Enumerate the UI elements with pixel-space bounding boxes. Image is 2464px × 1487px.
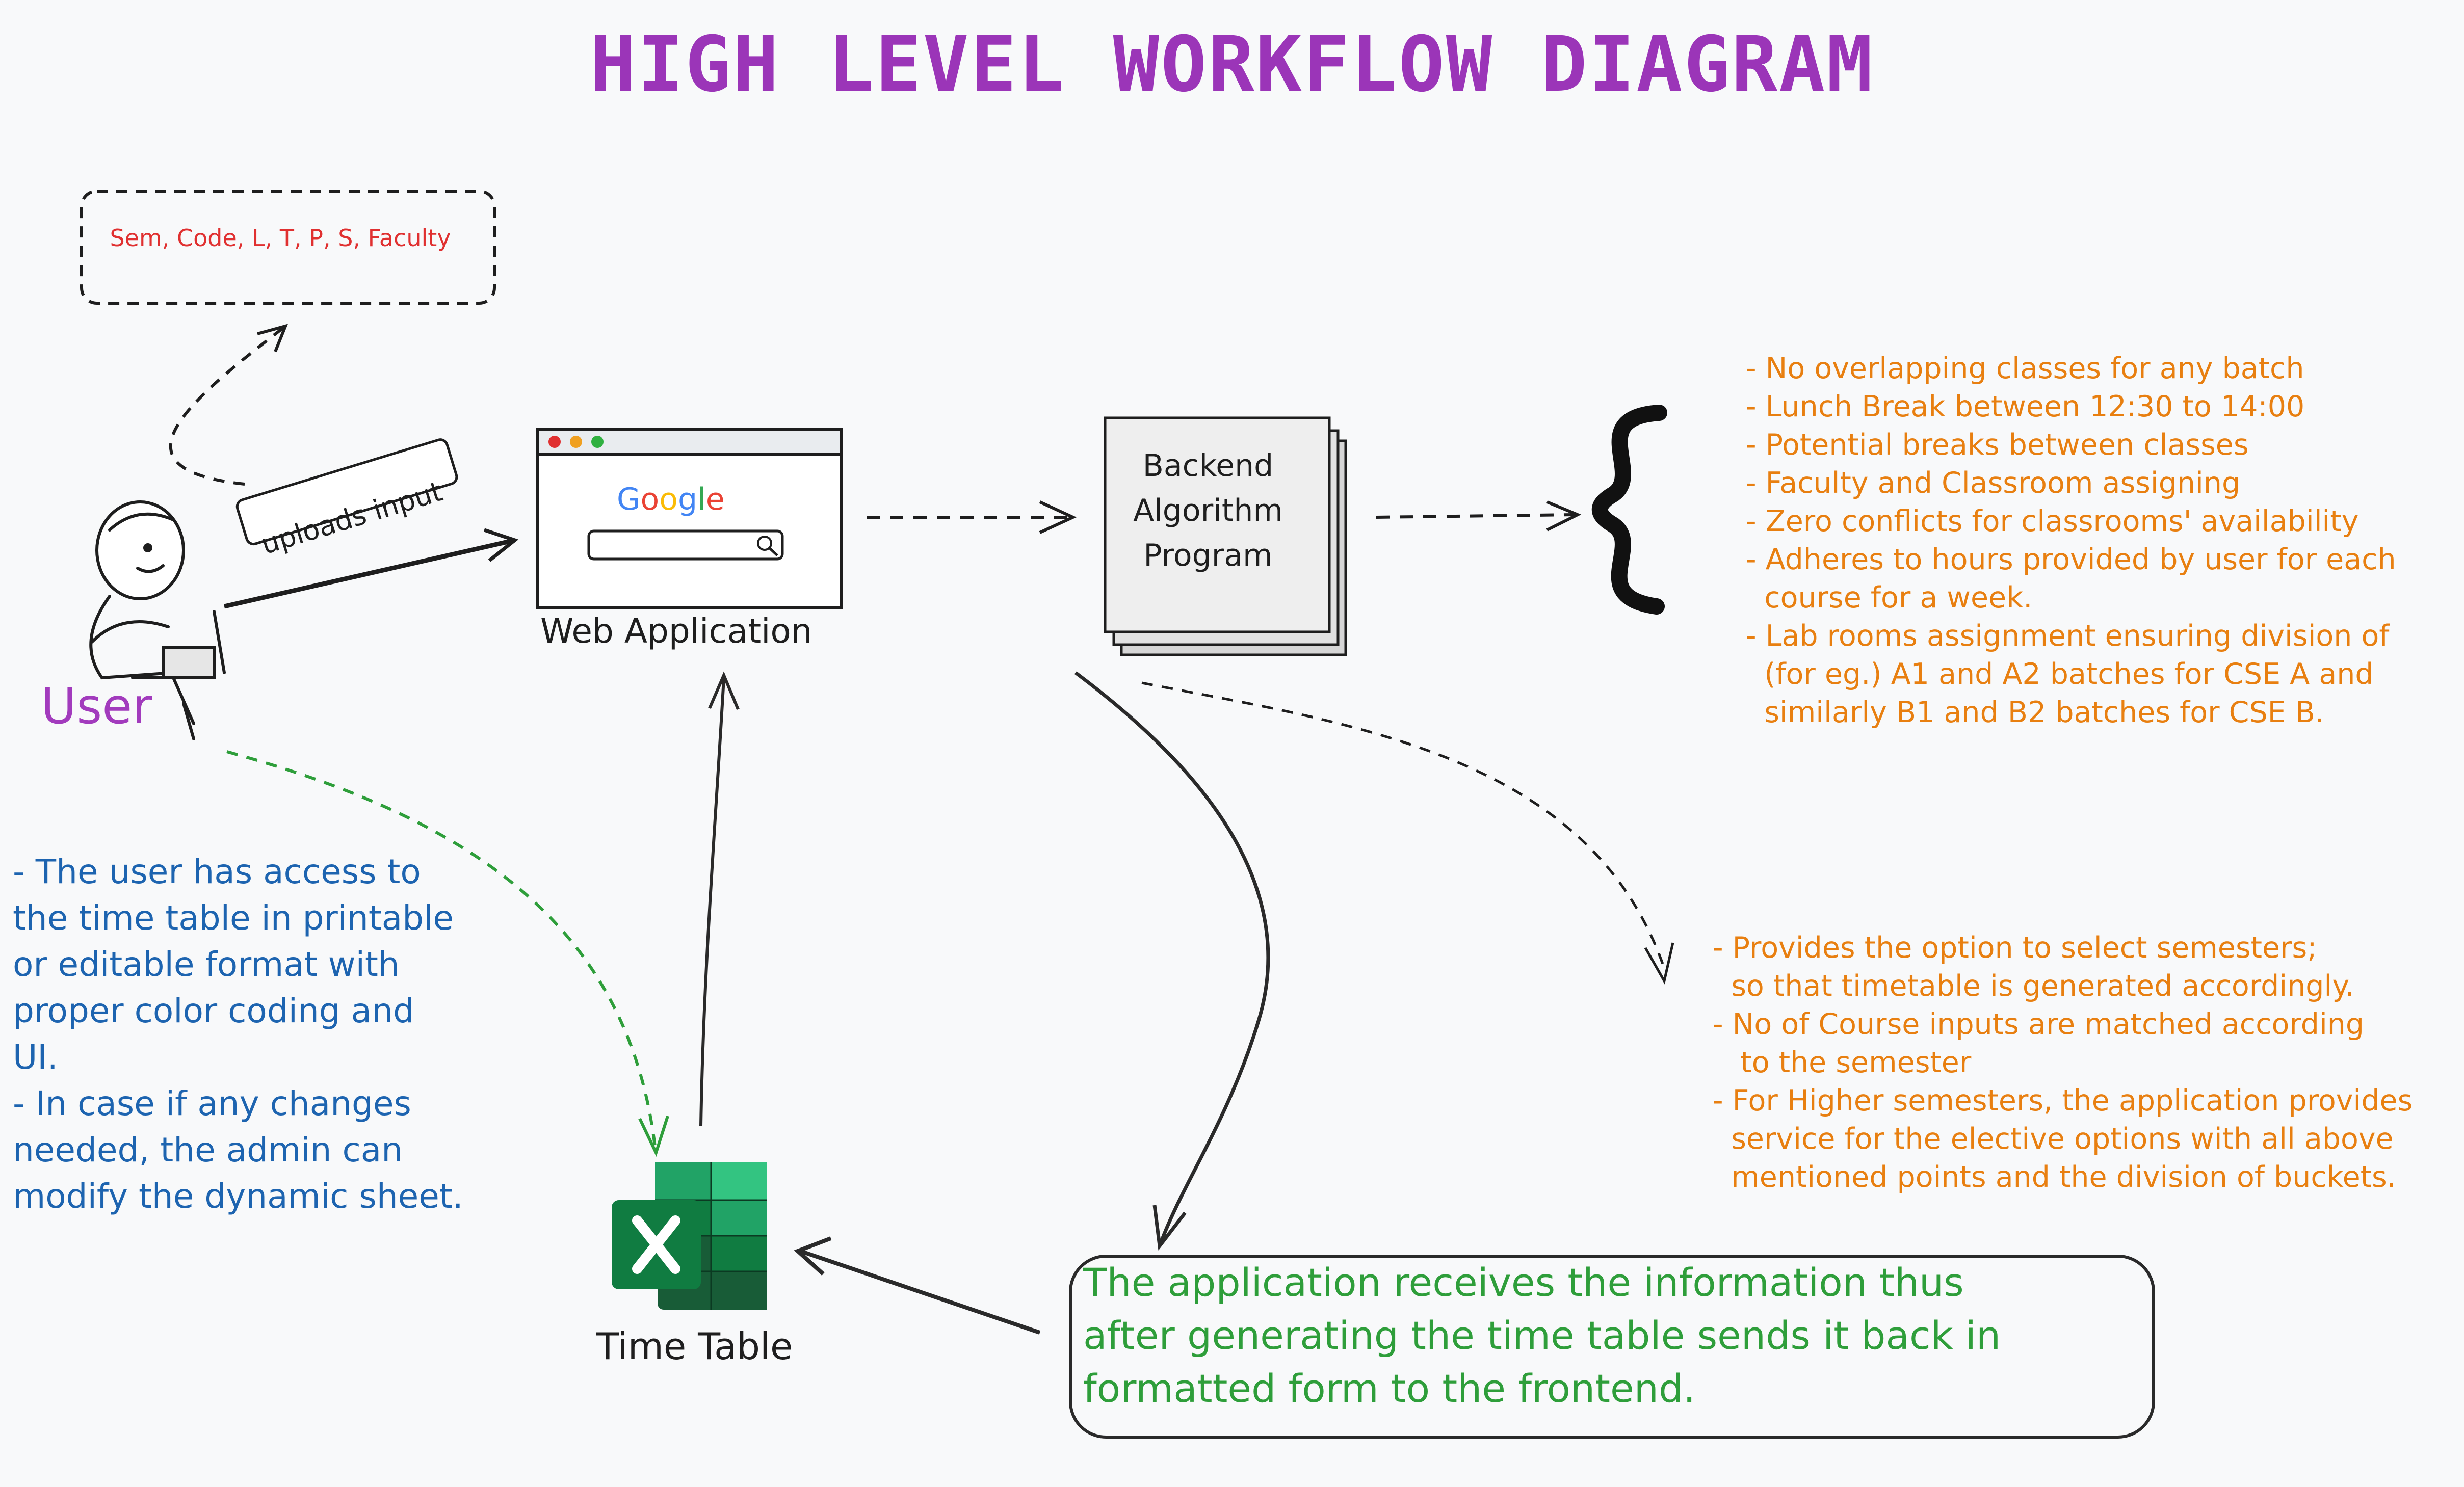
semester-feature-item: to the semester [1713, 1046, 1972, 1079]
time-table-label: Time Table [596, 1325, 793, 1368]
user-note-line: - In case if any changes [13, 1084, 411, 1123]
constraints-list: - No overlapping classes for any batch -… [1746, 350, 2396, 732]
semester-feature-item: - For Higher semesters, the application … [1713, 1084, 2413, 1118]
web-application-label: Web Application [540, 612, 812, 651]
input-fields-label: Sem, Code, L, T, P, S, Faculty [110, 224, 451, 252]
semester-feature-item: mentioned points and the division of buc… [1713, 1160, 2396, 1194]
constraint-item: - Zero conflicts for classrooms' availab… [1746, 504, 2359, 538]
constraint-item: similarly B1 and B2 batches for CSE B. [1746, 696, 2324, 729]
user-note-line: or editable format with [13, 945, 400, 984]
return-note-line: after generating the time table sends it… [1083, 1313, 2001, 1358]
constraint-item: - Lunch Break between 12:30 to 14:00 [1746, 390, 2305, 423]
user-note-line: - The user has access to [13, 852, 421, 891]
return-to-timetable-arrow [799, 1249, 1041, 1335]
user-note-line: the time table in printable [13, 898, 454, 938]
constraint-item: - No overlapping classes for any batch [1746, 352, 2304, 385]
backend-to-return-arrow [1074, 671, 1270, 1247]
semester-feature-item: service for the elective options with al… [1713, 1122, 2394, 1156]
user-access-notes: - The user has access to the time table … [13, 848, 463, 1219]
backend-label-line: Algorithm [1133, 493, 1283, 528]
user-note-line: needed, the admin can [13, 1130, 403, 1170]
page-title: HIGH LEVEL WORKFLOW DIAGRAM [590, 20, 1874, 109]
semester-feature-item: - No of Course inputs are matched accord… [1713, 1007, 2365, 1041]
constraint-item: course for a week. [1746, 581, 2033, 615]
semester-features-list: - Provides the option to select semester… [1713, 929, 2413, 1197]
constraint-item: - Lab rooms assignment ensuring division… [1746, 619, 2390, 653]
backend-label: Backend Algorithm Program [1111, 443, 1305, 578]
constraints-brace-icon [1591, 405, 1667, 615]
return-note-line: The application receives the information… [1083, 1260, 1964, 1305]
user-note-line: UI. [13, 1038, 58, 1077]
timetable-to-webapp-arrow [699, 677, 725, 1127]
semester-feature-item: - Provides the option to select semester… [1713, 931, 2317, 965]
backend-label-line: Backend [1142, 448, 1274, 484]
constraint-item: - Faculty and Classroom assigning [1746, 466, 2241, 500]
backend-to-constraints-arrow [1376, 513, 1576, 519]
semester-feature-item: so that timetable is generated according… [1713, 969, 2355, 1003]
user-to-input-arrow [169, 325, 286, 486]
return-note-text: The application receives the information… [1083, 1256, 2001, 1415]
google-search-logo: Google [617, 482, 725, 517]
constraint-item: - Adheres to hours provided by user for … [1746, 543, 2396, 576]
diagram-canvas: HIGH LEVEL WORKFLOW DIAGRAM Sem, Code, L… [0, 0, 2464, 1487]
return-note-line: formatted form to the frontend. [1083, 1366, 1696, 1411]
user-note-line: proper color coding and [13, 991, 414, 1030]
excel-spreadsheet-icon [612, 1162, 767, 1310]
web-application-window [536, 428, 843, 609]
constraint-item: (for eg.) A1 and A2 batches for CSE A an… [1746, 657, 2374, 691]
user-label: User [41, 678, 152, 735]
backend-to-semester-arrow [1141, 681, 1666, 969]
backend-label-line: Program [1143, 538, 1273, 573]
user-note-line: modify the dynamic sheet. [13, 1177, 463, 1216]
constraint-item: - Potential breaks between classes [1746, 428, 2249, 462]
